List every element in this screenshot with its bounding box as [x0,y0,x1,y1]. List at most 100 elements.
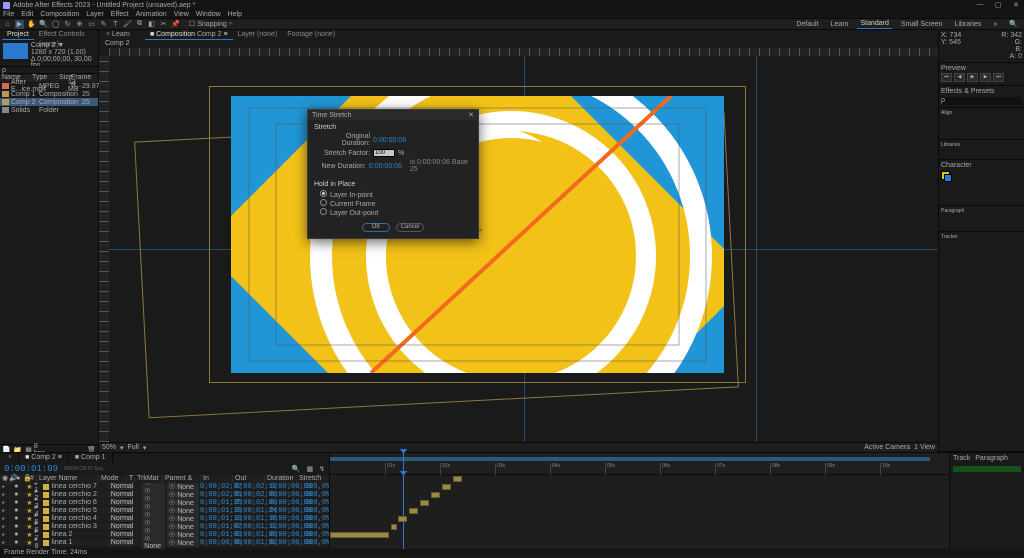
tl-tab-comp1[interactable]: ■ Comp 1 [69,453,113,463]
min-button[interactable]: — [975,1,985,9]
viewer-tab-comp[interactable]: ■ Composition Comp 2 ≡ [145,30,233,40]
zoom-tool-icon[interactable]: 🔍 [39,20,48,29]
ws-default[interactable]: Default [793,20,821,29]
anchor-tool-icon[interactable]: ⊕ [75,20,84,29]
tab-track[interactable]: Track [953,455,970,462]
render-time: Frame Render Time: 24ms [4,549,87,557]
layer-bar[interactable] [330,523,949,531]
paragraph-panel[interactable]: Paragraph [939,206,1024,232]
rotate-tool-icon[interactable]: ↻ [63,20,72,29]
menu-window[interactable]: Window [196,10,221,18]
home-icon[interactable]: ⌂ [3,20,12,29]
layer-bar[interactable] [330,515,949,523]
clone-tool-icon[interactable]: ⧉ [135,20,144,29]
ws-more-icon[interactable]: » [990,20,1000,29]
cancel-button[interactable]: Cancel [396,223,424,232]
layer-bar[interactable] [330,475,949,483]
tracker-panel[interactable]: Tracker [939,232,1024,452]
work-area[interactable] [330,457,930,461]
text-tool-icon[interactable]: T [111,20,120,29]
tl-draft3d-icon[interactable]: ▦ [307,465,314,473]
project-item[interactable]: Comp 1Composition25 [0,90,98,98]
project-item[interactable]: SolidsFolder [0,106,98,114]
ruler-vertical[interactable] [99,56,109,442]
menu-help[interactable]: Help [228,10,242,18]
tl-graph-icon[interactable]: ↯ [319,465,325,473]
timeline-layer-row[interactable]: ●★▸ 8linea 1Normal☉ None☉ None0;00;00;00… [0,539,329,547]
menu-file[interactable]: File [3,10,14,18]
effects-panel[interactable]: Effects & Presetsρ [939,86,1024,108]
menu-view[interactable]: View [174,10,189,18]
timeline-ruler[interactable]: 01s02s03s04s05s06s07s08s09s10s [330,453,949,475]
orbit-tool-icon[interactable]: ◯ [51,20,60,29]
rect-tool-icon[interactable]: ▭ [87,20,96,29]
next-frame-icon[interactable]: ▶ [980,73,991,82]
viewer-tab-footage[interactable]: Footage (none) [282,30,340,40]
radio-layer-out[interactable]: Layer Out-point [320,208,472,217]
play-icon[interactable]: ▶ [967,73,978,82]
camera-dropdown[interactable]: Active Camera [864,444,910,451]
tl-search-icon[interactable]: 🔍 [292,465,301,473]
ws-standard[interactable]: Standard [857,19,891,29]
project-item[interactable]: After E...ice.mp4MPEG13 MB29.97 [0,82,98,90]
tl-tab-comp2[interactable]: ■ Comp 2 ≡ [19,453,69,463]
brush-tool-icon[interactable]: 🖌 [123,20,132,29]
tab-effect-controls[interactable]: Effect Controls (none) [34,30,96,40]
layer-bar[interactable] [330,499,949,507]
project-item[interactable]: Comp 2Composition25 [0,98,98,106]
roto-tool-icon[interactable]: ✂ [159,20,168,29]
align-panel[interactable]: Align [939,108,1024,140]
ws-libraries[interactable]: Libraries [952,20,985,29]
snapping-checkbox[interactable]: ☐ Snapping 𝄐 [189,20,233,29]
max-button[interactable]: ▢ [993,1,1003,9]
viewer-canvas[interactable] [99,48,938,442]
tab-paragraph2[interactable]: Paragraph [975,455,1008,462]
hand-tool-icon[interactable]: ✋ [27,20,36,29]
libraries-panel[interactable]: Libraries [939,140,1024,160]
dialog-close-icon[interactable]: ✕ [468,111,474,119]
current-timecode[interactable]: 0:00:01:09 [4,464,58,474]
playhead[interactable] [403,453,404,474]
zoom-dropdown[interactable]: 50% [102,444,116,451]
viewer-tab-layer[interactable]: Layer (none) [233,30,283,40]
search-help-icon[interactable]: 🔍 [1006,20,1021,29]
layer-bar[interactable] [330,483,949,491]
pen-tool-icon[interactable]: ✎ [99,20,108,29]
prev-frame-icon[interactable]: ◀ [954,73,965,82]
layer-bar[interactable] [330,507,949,515]
view-dropdown[interactable]: 1 View [914,444,935,451]
menu-layer[interactable]: Layer [86,10,104,18]
radio-layer-in[interactable]: Layer In-point [320,190,472,199]
menu-effect[interactable]: Effect [111,10,129,18]
radio-current-frame[interactable]: Current Frame [320,199,472,208]
viewer-tab-learn[interactable]: × Learn [101,30,135,40]
close-button[interactable]: ✕ [1011,1,1021,9]
eraser-tool-icon[interactable]: ◧ [147,20,156,29]
res-dropdown[interactable]: Full [128,444,139,451]
menu-animation[interactable]: Animation [136,10,167,18]
tl-tab-close-icon[interactable]: × [2,453,19,463]
menu-edit[interactable]: Edit [21,10,33,18]
time-mark: 07s [715,463,725,475]
workspace-switcher: Default Learn Standard Small Screen Libr… [793,19,1021,29]
puppet-tool-icon[interactable]: 📌 [171,20,180,29]
layer-bar[interactable] [330,531,949,539]
project-search[interactable]: ρ [2,67,6,74]
stretch-factor-input[interactable] [373,149,395,157]
prev-first-icon[interactable]: ⏮ [941,73,952,82]
hold-section: Hold in Place [314,181,472,188]
fill-stroke-swatch[interactable] [941,171,950,180]
ok-button[interactable]: OK [362,223,390,232]
character-panel[interactable]: Character [939,160,1024,206]
ws-small-screen[interactable]: Small Screen [898,20,946,29]
new-duration-value[interactable]: 0:00:00:06 [369,163,402,170]
ws-learn[interactable]: Learn [828,20,852,29]
timeline-tracks[interactable]: 01s02s03s04s05s06s07s08s09s10s — ▲ [330,453,949,557]
ruler-horizontal[interactable] [109,48,938,56]
prev-last-icon[interactable]: ⏭ [993,73,1004,82]
menu-composition[interactable]: Composition [40,10,79,18]
layer-bar[interactable] [330,491,949,499]
selection-tool-icon[interactable]: ▶ [15,20,24,29]
tab-project[interactable]: Project [2,30,34,40]
comp-thumbnail[interactable] [3,43,28,59]
